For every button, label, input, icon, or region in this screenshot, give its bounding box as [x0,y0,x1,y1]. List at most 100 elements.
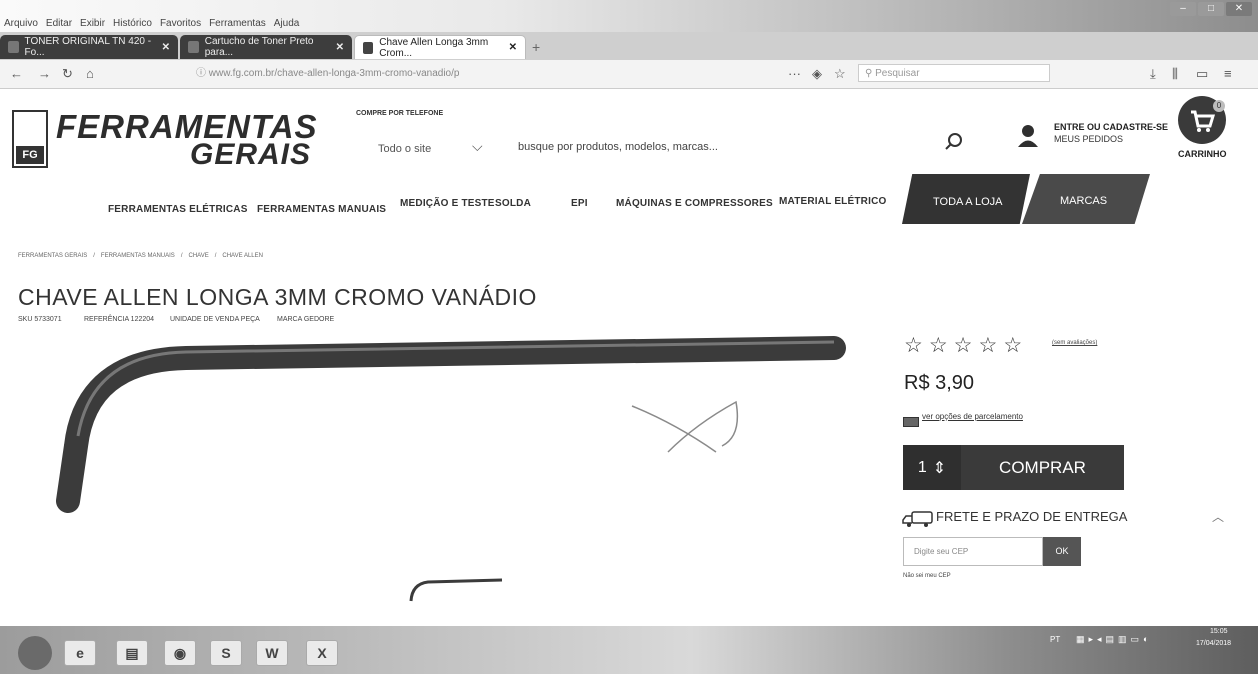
browser-menubar: Arquivo Editar Exibir Histórico Favorito… [0,0,1258,32]
breadcrumb-item-chave[interactable]: CHAVE [188,253,208,259]
browser-search-placeholder: Pesquisar [875,68,920,79]
cep-ok-button[interactable]: OK [1043,537,1081,566]
truck-icon [902,511,933,527]
library-icon[interactable]: ⫼ [1172,66,1178,82]
search-icon[interactable] [944,132,964,152]
nav-epi[interactable]: EPI [571,198,588,209]
nav-medicao-e-teste[interactable]: MEDIÇÃO E TESTE [400,198,495,209]
breadcrumb-item-current: CHAVE ALLEN [222,253,263,259]
breadcrumb-item-home[interactable]: FERRAMENTAS GERAIS [18,253,87,259]
tab-favicon-icon [188,41,199,53]
start-button[interactable] [18,636,52,670]
forward-icon[interactable]: → [38,66,51,81]
star-icon: ☆ [904,334,923,357]
login-link[interactable]: ENTRE OU CADASTRE-SE [1054,122,1168,132]
menu-item-ferramentas[interactable]: Ferramentas [209,18,266,29]
close-tab-icon[interactable]: ✕ [509,42,517,53]
folder-icon: ▤ [125,644,139,661]
word-icon: W [265,645,279,661]
tray-icons[interactable]: ▦▸◂▤▥▭◐ [1076,634,1153,645]
ie-icon: e [76,645,84,661]
nav-maquinas-e-compressores[interactable]: MÁQUINAS E COMPRESSORES [616,198,773,209]
menu-item-historico[interactable]: Histórico [113,18,152,29]
url-bar[interactable]: ⓘ www.fg.com.br/chave-allen-longa-3mm-cr… [196,65,786,83]
tray-language[interactable]: PT [1050,635,1060,644]
menu-item-favoritos[interactable]: Favoritos [160,18,201,29]
chevron-up-icon[interactable]: ︿ [1212,508,1224,525]
stepper-arrows-icon[interactable]: ⇕ [933,458,946,478]
product-image[interactable] [56,336,846,606]
page-actions-icon[interactable]: ··· [788,66,801,81]
maximize-button[interactable]: □ [1198,2,1224,16]
nav-ferramentas-manuais[interactable]: FERRAMENTAS MANUAIS [257,204,386,215]
taskbar-app-ie[interactable]: e [64,640,96,666]
product-price: R$ 3,90 [904,372,975,394]
star-icon: ☆ [928,334,948,357]
quantity-value: 1 [917,458,927,476]
pocket-icon[interactable]: ◈ [812,66,822,82]
tab-label: Cartucho de Toner Preto para... [204,36,314,58]
nao-sei-cep-link[interactable]: Não sei meu CEP [903,573,951,579]
tab-cartucho[interactable]: Cartucho de Toner Preto para... ✕ [180,35,352,59]
shipping-title[interactable]: FRETE E PRAZO DE ENTREGA [936,509,1127,524]
bookmark-star-icon[interactable]: ☆ [834,66,846,82]
menu-list: Arquivo Editar Exibir Histórico Favorito… [4,18,299,29]
toda-a-loja-label[interactable]: TODA A LOJA [933,196,1003,208]
menu-item-editar[interactable]: Editar [46,18,72,29]
rating-stars[interactable]: ☆ ☆ ☆ ☆ ☆ [904,333,1022,358]
reload-icon[interactable]: ↻ [62,66,73,82]
installments-link[interactable]: ver opções de parcelamento [922,412,1023,421]
clock-time[interactable]: 15:05 [1210,628,1228,635]
close-window-button[interactable]: ✕ [1226,2,1252,16]
close-tab-icon[interactable]: ✕ [162,42,170,53]
new-tab-button[interactable]: + [532,39,540,55]
reviews-link[interactable]: (sem avaliações) [1052,340,1097,346]
sidebar-icon[interactable]: ▭ [1196,66,1208,82]
search-scope-select[interactable]: Todo o site [378,143,431,155]
tab-label: Chave Allen Longa 3mm Crom... [379,36,489,59]
logo-text-line2[interactable]: GERAIS [190,138,311,172]
download-icon[interactable]: ⤓ [1150,66,1156,82]
clock-date[interactable]: 17/04/2018 [1196,640,1231,647]
nav-material-eletrico[interactable]: MATERIAL ELÉTRICO [779,196,886,207]
marcas-label[interactable]: MARCAS [1060,195,1107,207]
breadcrumb-sep: / [93,253,95,259]
menu-item-exibir[interactable]: Exibir [80,18,105,29]
nav-ferramentas-eletricas[interactable]: FERRAMENTAS ELÉTRICAS [108,204,248,215]
back-icon[interactable]: ← [10,66,23,81]
site-search-input[interactable]: busque por produtos, modelos, marcas... [518,141,718,153]
taskbar-app-folder[interactable]: ▤ [116,640,148,666]
nav-solda[interactable]: SOLDA [495,198,531,209]
hamburger-menu-icon[interactable]: ≡ [1224,66,1232,81]
chevron-down-icon[interactable]: ⌵ [472,138,483,155]
breadcrumb-item-manuais[interactable]: FERRAMENTAS MANUAIS [101,253,175,259]
browser-search-input[interactable]: ⚲ Pesquisar [858,64,1050,82]
taskbar-app-word[interactable]: W [256,640,288,666]
minimize-button[interactable]: – [1170,2,1196,16]
cart-label[interactable]: CARRINHO [1178,149,1227,159]
tab-chave-allen[interactable]: Chave Allen Longa 3mm Crom... ✕ [354,35,526,59]
taskbar-app-chrome[interactable]: ◉ [164,640,196,666]
tab-toner[interactable]: TONER ORIGINAL TN 420 - Fo... ✕ [0,35,178,59]
credit-card-icon [903,417,919,427]
tab-favicon-icon [8,41,19,53]
menu-item-ajuda[interactable]: Ajuda [274,18,300,29]
logo-mark[interactable]: FG [12,110,48,168]
tab-favicon-icon [363,41,374,54]
info-icon: ⓘ [196,68,209,79]
compre-por-telefone[interactable]: COMPRE POR TELEFONE [356,110,443,117]
product-brand: MARCA GEDORE [277,316,335,323]
user-icon[interactable] [1017,124,1039,148]
taskbar-app-excel[interactable]: X [306,640,338,666]
orders-link[interactable]: MEUS PEDIDOS [1054,134,1123,144]
star-icon: ☆ [1003,334,1023,357]
quantity-stepper[interactable]: 1 ⇕ [903,445,961,490]
buy-button[interactable]: COMPRAR [961,445,1124,490]
close-tab-icon[interactable]: ✕ [336,42,344,53]
home-icon[interactable]: ⌂ [86,66,94,81]
breadcrumb-sep: / [214,253,217,259]
excel-icon: X [317,645,327,661]
cep-input[interactable]: Digite seu CEP [903,537,1043,566]
menu-item-arquivo[interactable]: Arquivo [4,18,38,29]
taskbar-app-skype[interactable]: skypeS [210,640,242,666]
